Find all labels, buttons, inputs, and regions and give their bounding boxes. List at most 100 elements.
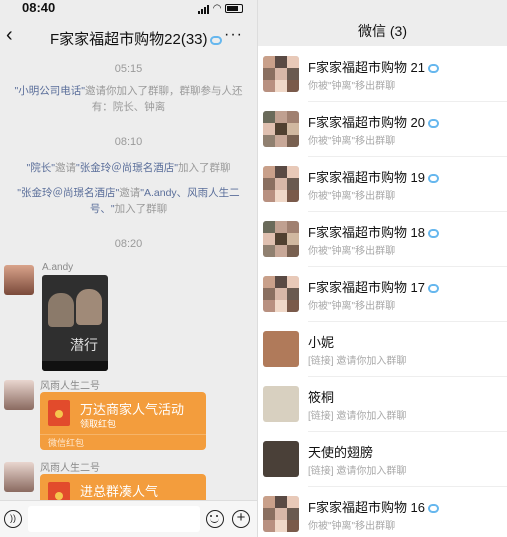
chat-list-title: 微信 (3) — [358, 23, 407, 39]
chat-list-item[interactable]: 筱桐 [链接] 邀请你加入群聊 — [258, 377, 507, 432]
avatar[interactable] — [4, 265, 34, 295]
chat-name-text: F家家福超市购物 19 — [308, 170, 426, 185]
red-packet-message[interactable]: 万达商家人气活动 领取红包 微信红包 — [40, 392, 206, 450]
member-avatar-tile — [287, 300, 299, 312]
member-avatar-tile — [275, 276, 287, 288]
chat-list-screen: 微信 (3) F家家福超市购物 21 你被"钟离"移出群聊 F家家福超市购物 20 你… — [258, 0, 507, 537]
member-avatar-tile — [275, 300, 287, 312]
group-avatar — [263, 56, 299, 92]
enterprise-chat-icon — [209, 35, 222, 45]
chat-list-header: 微信 (3) — [258, 0, 507, 46]
member-avatar-tile — [287, 178, 299, 190]
chat-name: F家家福超市购物 20 — [308, 112, 440, 131]
chat-preview: 你被"钟离"移出群聊 — [308, 191, 396, 202]
chat-header: ‹ F家家福超市购物22(33) ··· — [0, 22, 257, 52]
system-message-text: 邀请 — [119, 187, 141, 199]
enterprise-chat-icon — [428, 174, 440, 184]
avatar — [263, 441, 299, 477]
chat-preview: [链接] 邀请你加入群聊 — [308, 411, 407, 422]
member-avatar-tile — [263, 56, 275, 68]
chat-list-item[interactable]: F家家福超市购物 18 你被"钟离"移出群聊 — [258, 212, 507, 267]
member-avatar-tile — [275, 190, 287, 202]
group-avatar — [263, 166, 299, 202]
member-avatar-tile — [263, 68, 275, 80]
member-avatar-tile — [287, 508, 299, 520]
member-avatar-tile — [287, 123, 299, 135]
member-avatar-tile — [287, 276, 299, 288]
timestamp: 08:20 — [114, 238, 143, 250]
system-message-name[interactable]: "院长" — [27, 162, 55, 174]
system-message-name[interactable]: "张金玲＠尚璟名酒店" — [76, 162, 178, 174]
chat-name: F家家福超市购物 19 — [308, 167, 440, 186]
member-avatar-tile — [287, 135, 299, 147]
member-avatar-tile — [263, 245, 275, 257]
chat-name: 天使的翅膀 — [308, 442, 373, 461]
system-message-text: 加入了群聊 — [177, 162, 231, 174]
system-message-name[interactable]: "小明公司电话" — [15, 85, 85, 97]
member-avatar-tile — [263, 135, 275, 147]
group-chat-screen: 08:40 ◠ ‹ F家家福超市购物22(33) ··· 05:15 "小明公司… — [0, 0, 257, 537]
member-avatar-tile — [287, 233, 299, 245]
member-avatar-tile — [275, 166, 287, 178]
poster-figure — [76, 289, 102, 325]
chat-preview: [链接] 邀请你加入群聊 — [308, 466, 407, 477]
member-avatar-tile — [275, 221, 287, 233]
chat-list-item[interactable]: F家家福超市购物 19 你被"钟离"移出群聊 — [258, 157, 507, 212]
member-avatar-tile — [263, 520, 275, 532]
more-icon[interactable]: ··· — [224, 26, 243, 44]
status-time: 08:40 — [22, 0, 56, 15]
avatar[interactable] — [4, 380, 34, 410]
enterprise-chat-icon — [428, 504, 440, 514]
chat-preview: [链接] 邀请你加入群聊 — [308, 356, 407, 367]
chat-list-item[interactable]: F家家福超市购物 21 你被"钟离"移出群聊 — [258, 47, 507, 102]
chat-list-item[interactable]: 小妮 [链接] 邀请你加入群聊 — [258, 322, 507, 377]
group-avatar — [263, 111, 299, 147]
chat-title: F家家福超市购物22(33) — [50, 28, 222, 49]
system-message: "院长"邀请"张金玲＠尚璟名酒店"加入了群聊 — [14, 160, 243, 176]
red-packet-icon — [48, 400, 70, 426]
message-input[interactable] — [28, 506, 200, 532]
member-avatar-tile — [263, 166, 275, 178]
chat-name-text: F家家福超市购物 16 — [308, 500, 426, 515]
member-avatar-tile — [263, 276, 275, 288]
chat-preview: 你被"钟离"移出群聊 — [308, 246, 396, 257]
emoji-icon[interactable] — [206, 510, 224, 528]
member-avatar-tile — [287, 496, 299, 508]
member-avatar-tile — [263, 178, 275, 190]
back-icon[interactable]: ‹ — [6, 24, 13, 47]
system-message-text: 加入了群聊 — [114, 203, 168, 215]
chat-name-text: F家家福超市购物 20 — [308, 115, 426, 130]
chat-list-item[interactable]: 天使的翅膀 [链接] 邀请你加入群聊 — [258, 432, 507, 487]
system-message-text: 邀请你加入了群聊，群聊参与人还有：院长、钟离 — [84, 85, 243, 113]
chat-name: F家家福超市购物 21 — [308, 57, 440, 76]
voice-icon[interactable]: )) — [4, 510, 22, 528]
group-avatar — [263, 496, 299, 532]
chat-name: F家家福超市购物 17 — [308, 277, 440, 296]
member-avatar-tile — [275, 178, 287, 190]
sender-name: 风雨人生二号 — [40, 463, 100, 474]
member-avatar-tile — [263, 288, 275, 300]
plus-icon[interactable]: + — [232, 510, 250, 528]
chat-name: 筱桐 — [308, 387, 334, 406]
chat-list-item[interactable]: F家家福超市购物 17 你被"钟离"移出群聊 — [258, 267, 507, 322]
battery-icon — [225, 4, 243, 13]
member-avatar-tile — [287, 166, 299, 178]
member-avatar-tile — [275, 123, 287, 135]
red-packet-subtitle: 领取红包 — [80, 419, 117, 429]
system-message-text: 邀请 — [55, 162, 76, 174]
member-avatar-tile — [275, 111, 287, 123]
timestamp: 05:15 — [114, 63, 143, 75]
chat-list-item[interactable]: F家家福超市购物 20 你被"钟离"移出群聊 — [258, 102, 507, 157]
image-message[interactable]: 潜行 — [42, 275, 108, 371]
chat-list-item[interactable]: F家家福超市购物 16 你被"钟离"移出群聊 — [258, 487, 507, 537]
chat-title-text: F家家福超市购物22(33) — [50, 31, 208, 48]
chat-name-text: 小妮 — [308, 335, 335, 350]
sender-name: 风雨人生二号 — [40, 381, 100, 392]
member-avatar-tile — [263, 221, 275, 233]
member-avatar-tile — [263, 111, 275, 123]
system-message-name[interactable]: "张金玲＠尚璟名酒店" — [17, 187, 119, 199]
chat-preview: 你被"钟离"移出群聊 — [308, 136, 396, 147]
avatar[interactable] — [4, 462, 34, 492]
avatar — [263, 331, 299, 367]
member-avatar-tile — [287, 520, 299, 532]
